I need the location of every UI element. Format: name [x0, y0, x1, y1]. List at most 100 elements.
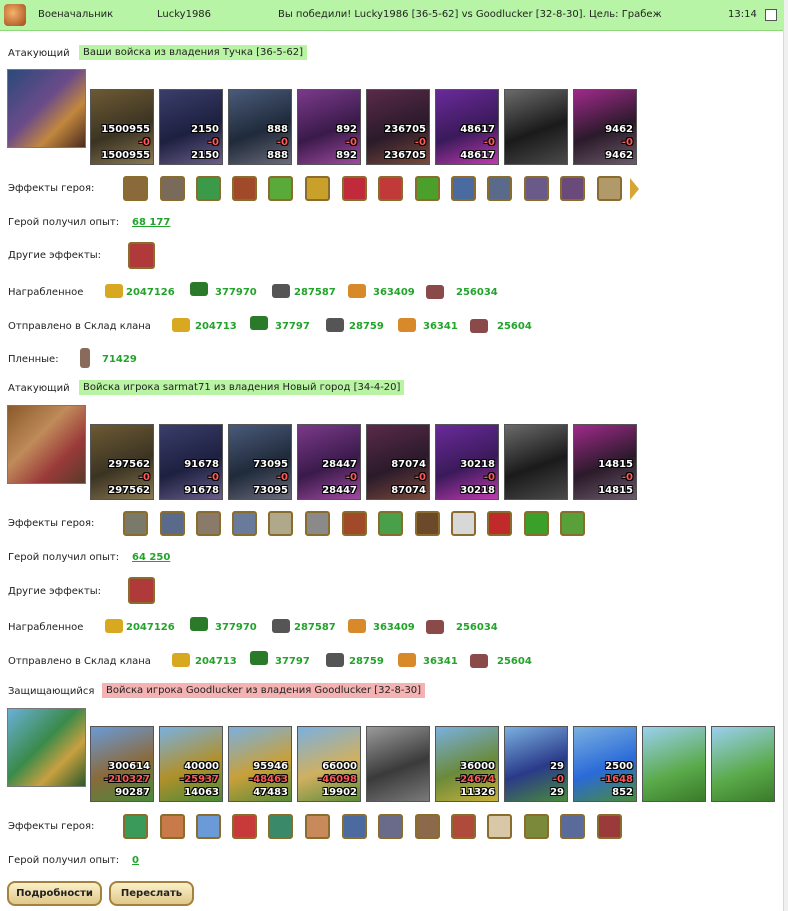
effect-icon[interactable]: [232, 511, 257, 536]
side1-unit[interactable]: 48617 -0 48617: [435, 89, 499, 165]
effect-icon[interactable]: [487, 814, 512, 839]
side3-unit[interactable]: 36000 -24674 11326: [435, 726, 499, 802]
side1-unit[interactable]: 888 -0 888: [228, 89, 292, 165]
effect-icon[interactable]: [305, 176, 330, 201]
effect-icon[interactable]: [268, 511, 293, 536]
side2-unit[interactable]: 28447 -0 28447: [297, 424, 361, 500]
effect-icon[interactable]: [524, 814, 549, 839]
heart-shield-icon[interactable]: [128, 242, 155, 269]
effect-icon[interactable]: [415, 814, 440, 839]
side3-unit[interactable]: 300614 -210327 90287: [90, 726, 154, 802]
side3-unit[interactable]: 2500 -1648 852: [573, 726, 637, 802]
effect-icon[interactable]: [378, 176, 403, 201]
side3-effects-label: Эффекты героя:: [8, 821, 95, 832]
side2-exp-label: Герой получил опыт:: [8, 552, 120, 563]
xp-icon[interactable]: [524, 511, 549, 536]
effect-icon[interactable]: [305, 511, 330, 536]
effect-icon[interactable]: [560, 176, 585, 201]
effect-icon[interactable]: [415, 511, 440, 536]
side2-hero-portrait[interactable]: [7, 405, 86, 484]
side1-other-label: Другие эффекты:: [8, 250, 102, 261]
side1-unit[interactable]: 2150 -0 2150: [159, 89, 223, 165]
stone-icon: [326, 653, 344, 667]
side2-other-label: Другие эффекты:: [8, 586, 102, 597]
grain-icon: [398, 318, 416, 332]
effect-icon[interactable]: [123, 511, 148, 536]
effect-icon[interactable]: [232, 176, 257, 201]
side2-unit[interactable]: 91678 -0 91678: [159, 424, 223, 500]
side3-unit[interactable]: 66000 -46098 19902: [297, 726, 361, 802]
side1-sent-ore: 25604: [497, 321, 532, 332]
side2-sent-wood: 37797: [275, 656, 310, 667]
effect-icon[interactable]: [342, 176, 367, 201]
side1-unit[interactable]: 236705 -0 236705: [366, 89, 430, 165]
effect-icon[interactable]: [342, 511, 367, 536]
effect-icon[interactable]: [160, 814, 185, 839]
side2-sent-gold: 204713: [195, 656, 237, 667]
effect-icon[interactable]: [415, 176, 440, 201]
effect-icon[interactable]: [524, 176, 549, 201]
side3-unit[interactable]: [366, 726, 430, 802]
select-checkbox[interactable]: [765, 9, 777, 21]
side1-army-tag: Ваши войска из владения Тучка [36-5-62]: [79, 45, 307, 60]
grain-icon: [348, 619, 366, 633]
effect-icon[interactable]: [451, 176, 476, 201]
effect-icon[interactable]: [305, 814, 330, 839]
forward-button[interactable]: Переслать: [109, 881, 194, 906]
side3-tower-unit[interactable]: [642, 726, 706, 802]
side1-unit[interactable]: [504, 89, 568, 165]
header-player[interactable]: Lucky1986: [157, 9, 211, 20]
effect-icon[interactable]: [597, 814, 622, 839]
effect-icon[interactable]: [232, 814, 257, 839]
side2-exp-value[interactable]: 64 250: [132, 552, 170, 563]
scrollbar[interactable]: [783, 0, 788, 911]
ore-icon: [470, 654, 488, 668]
details-button[interactable]: Подробности: [7, 881, 102, 906]
effect-icon[interactable]: [451, 814, 476, 839]
side2-unit[interactable]: 297562 -0 297562: [90, 424, 154, 500]
effect-icon[interactable]: [123, 814, 148, 839]
effect-icon[interactable]: [451, 511, 476, 536]
side1-loot-grain: 363409: [373, 287, 415, 298]
scroll-right-arrow-icon[interactable]: [630, 178, 639, 200]
side2-role: Атакующий: [8, 383, 70, 394]
side1-unit[interactable]: 892 -0 892: [297, 89, 361, 165]
side2-loot-ore: 256034: [456, 622, 498, 633]
side3-unit[interactable]: 29 -0 29: [504, 726, 568, 802]
effect-icon[interactable]: [560, 814, 585, 839]
side1-unit[interactable]: 1500955 -0 1500955: [90, 89, 154, 165]
effect-icon[interactable]: [378, 511, 403, 536]
side3-tower-unit[interactable]: [711, 726, 775, 802]
effect-icon[interactable]: [196, 511, 221, 536]
effect-icon[interactable]: [378, 814, 403, 839]
header-title: Военачальник: [38, 9, 114, 20]
effect-icon[interactable]: [597, 176, 622, 201]
side3-hero-portrait[interactable]: [7, 708, 86, 787]
side3-exp-value[interactable]: 0: [132, 855, 139, 866]
side3-unit[interactable]: 40000 -25937 14063: [159, 726, 223, 802]
side2-unit[interactable]: 73095 -0 73095: [228, 424, 292, 500]
side2-unit[interactable]: 30218 -0 30218: [435, 424, 499, 500]
effect-icon[interactable]: [196, 814, 221, 839]
side1-exp-value[interactable]: 68 177: [132, 217, 170, 228]
side1-loot-label: Награбленное: [8, 287, 84, 298]
effect-icon[interactable]: [196, 176, 221, 201]
side1-hero-portrait[interactable]: [7, 69, 86, 148]
effect-icon[interactable]: [160, 511, 185, 536]
effect-icon[interactable]: [268, 176, 293, 201]
effect-icon[interactable]: [560, 511, 585, 536]
side2-army-tag: Войска игрока sarmat71 из владения Новый…: [79, 380, 405, 395]
effect-icon[interactable]: [487, 176, 512, 201]
side1-loot-gold: 2047126: [126, 287, 175, 298]
side2-unit[interactable]: 14815 -0 14815: [573, 424, 637, 500]
effect-icon[interactable]: [123, 176, 148, 201]
side2-unit[interactable]: [504, 424, 568, 500]
heart-shield-icon[interactable]: [128, 577, 155, 604]
side2-unit[interactable]: 87074 -0 87074: [366, 424, 430, 500]
effect-icon[interactable]: [160, 176, 185, 201]
side1-unit[interactable]: 9462 -0 9462: [573, 89, 637, 165]
side3-unit[interactable]: 95946 -48463 47483: [228, 726, 292, 802]
effect-icon[interactable]: [342, 814, 367, 839]
effect-icon[interactable]: [268, 814, 293, 839]
effect-icon[interactable]: [487, 511, 512, 536]
